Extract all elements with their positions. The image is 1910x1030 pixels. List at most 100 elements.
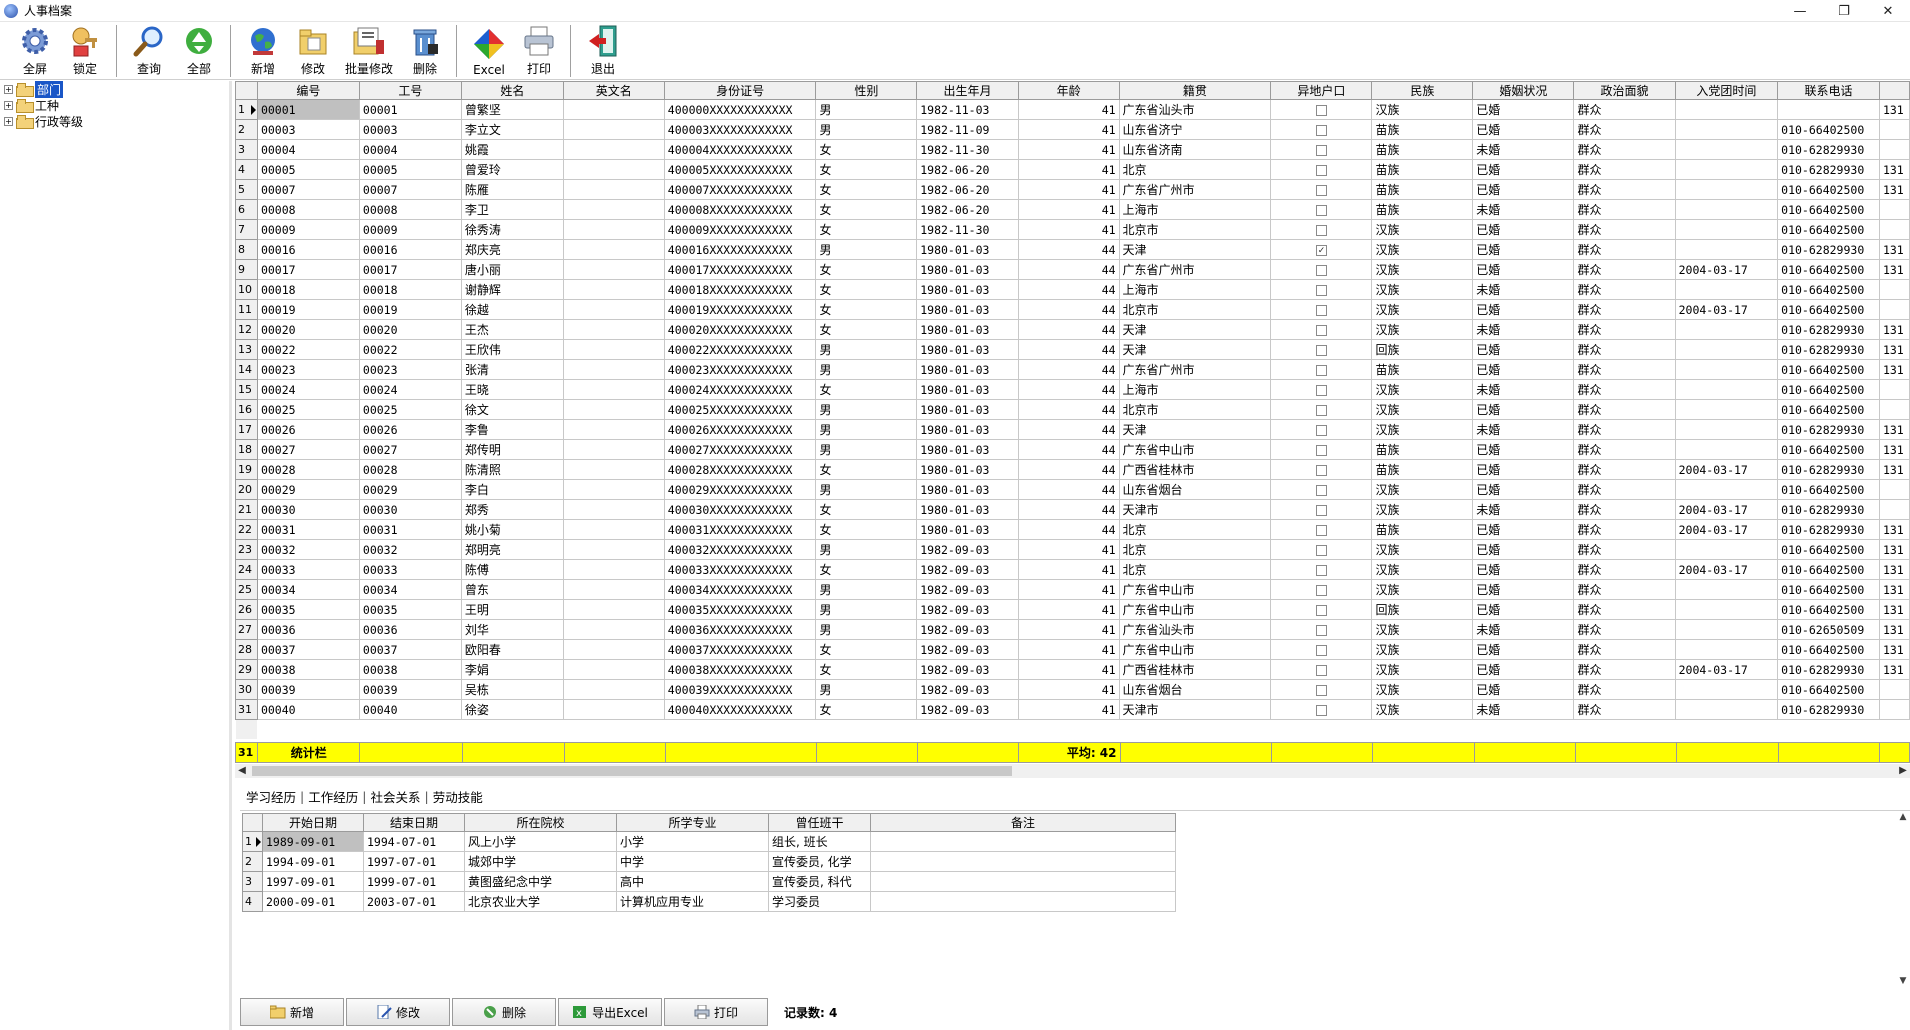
table-cell[interactable]: 1980-01-03 xyxy=(916,479,1019,500)
table-row[interactable]: 8 00016 00016 郑庆亮 400016XXXXXXXXXXXX 男 1980-01… xyxy=(235,239,1910,260)
scroll-down-icon[interactable]: ▼ xyxy=(1896,976,1910,990)
row-number[interactable]: 24 xyxy=(235,559,258,580)
table-cell[interactable]: 姚霞 xyxy=(460,139,564,160)
row-number[interactable]: 25 xyxy=(235,579,258,600)
table-cell[interactable]: 00028 xyxy=(358,459,462,480)
table-row[interactable]: 17 00026 00026 李鲁 400026XXXXXXXXXXXX 男 1980-01… xyxy=(235,419,1910,440)
table-cell[interactable] xyxy=(1674,339,1779,360)
table-row[interactable]: 26 00035 00035 王明 400035XXXXXXXXXXXX 男 1982-09… xyxy=(235,599,1910,620)
table-cell[interactable]: 010-66402500 xyxy=(1777,599,1880,620)
scroll-up-icon[interactable]: ▲ xyxy=(1896,812,1910,826)
table-cell[interactable]: 汉族 xyxy=(1371,679,1474,700)
row-number[interactable]: 6 xyxy=(235,199,258,220)
row-number[interactable]: 28 xyxy=(235,639,258,660)
table-cell[interactable] xyxy=(1878,299,1910,320)
table-cell[interactable]: 群众 xyxy=(1573,639,1676,660)
column-header[interactable]: 身份证号 xyxy=(663,81,817,100)
table-cell[interactable]: 010-66402500 xyxy=(1777,539,1880,560)
table-cell[interactable]: 广西省桂林市 xyxy=(1118,659,1272,680)
table-cell[interactable]: 女 xyxy=(815,279,918,300)
table-cell[interactable] xyxy=(1878,279,1910,300)
table-cell[interactable]: 00016 xyxy=(358,239,462,260)
table-cell[interactable]: 00019 xyxy=(358,299,462,320)
table-cell[interactable]: 400019XXXXXXXXXXXX xyxy=(663,299,817,320)
table-cell[interactable]: 400004XXXXXXXXXXXX xyxy=(663,139,817,160)
table-cell[interactable]: 曾东 xyxy=(460,579,564,600)
table-cell[interactable]: 群众 xyxy=(1573,99,1676,120)
exit-button[interactable]: 退出 xyxy=(578,23,628,79)
table-cell[interactable]: 北京 xyxy=(1118,559,1272,580)
table-cell[interactable]: 已婚 xyxy=(1472,399,1575,420)
row-number[interactable]: 4 xyxy=(235,159,258,180)
table-cell[interactable]: 131 xyxy=(1878,439,1910,460)
table-cell[interactable]: 131 xyxy=(1878,639,1910,660)
table-cell[interactable]: 男 xyxy=(815,579,918,600)
table-cell[interactable]: 天津市 xyxy=(1118,499,1272,520)
table-cell[interactable]: 未婚 xyxy=(1472,419,1575,440)
table-cell[interactable]: 未婚 xyxy=(1472,319,1575,340)
table-cell[interactable]: 400018XXXXXXXXXXXX xyxy=(663,279,817,300)
table-cell[interactable]: 群众 xyxy=(1573,439,1676,460)
table-cell[interactable]: 男 xyxy=(815,479,918,500)
table-cell[interactable]: 1982-09-03 xyxy=(916,639,1019,660)
row-number[interactable]: 4 xyxy=(242,891,263,912)
table-cell[interactable] xyxy=(1674,319,1779,340)
table-cell[interactable]: 00001 xyxy=(358,99,462,120)
table-cell[interactable]: 1980-01-03 xyxy=(916,439,1019,460)
column-header[interactable]: 姓名 xyxy=(460,81,564,100)
table-cell[interactable]: 已婚 xyxy=(1472,539,1575,560)
table-cell[interactable]: 群众 xyxy=(1573,519,1676,540)
checkbox[interactable] xyxy=(1315,124,1327,136)
table-cell[interactable]: 群众 xyxy=(1573,239,1676,260)
checkbox[interactable] xyxy=(1315,304,1327,316)
table-row[interactable]: 19 00028 00028 陈清照 400028XXXXXXXXXXXX 女 1980-0… xyxy=(235,459,1910,480)
table-cell[interactable]: 00028 xyxy=(256,459,360,480)
table-cell[interactable]: 已婚 xyxy=(1472,359,1575,380)
checkbox[interactable] xyxy=(1315,624,1327,636)
table-cell[interactable] xyxy=(562,199,665,220)
row-number[interactable]: 16 xyxy=(235,399,258,420)
table-cell[interactable]: 1980-01-03 xyxy=(916,319,1019,340)
table-cell[interactable]: 00037 xyxy=(358,639,462,660)
table-cell[interactable]: 00040 xyxy=(358,699,462,720)
table-cell[interactable]: 400007XXXXXXXXXXXX xyxy=(663,179,817,200)
table-cell[interactable]: 汉族 xyxy=(1371,399,1474,420)
table-row[interactable]: 6 00008 00008 李卫 400008XXXXXXXXXXXX 女 1982-06-… xyxy=(235,199,1910,220)
table-cell[interactable]: 00038 xyxy=(256,659,360,680)
table-cell[interactable] xyxy=(562,179,665,200)
table-cell[interactable]: 41 xyxy=(1017,159,1120,180)
minimize-button[interactable]: — xyxy=(1778,0,1822,22)
table-cell[interactable]: 1980-01-03 xyxy=(916,279,1019,300)
table-cell[interactable]: 天津 xyxy=(1118,319,1272,340)
row-number[interactable]: 7 xyxy=(235,219,258,240)
table-cell[interactable]: 131 xyxy=(1878,579,1910,600)
tab-social-relations[interactable]: 社会关系 xyxy=(366,787,424,806)
table-cell[interactable]: 00030 xyxy=(256,499,360,520)
table-cell[interactable]: 00027 xyxy=(358,439,462,460)
horizontal-scrollbar[interactable]: ◀ ▶ xyxy=(235,764,1910,778)
column-header[interactable]: 籍贯 xyxy=(1118,81,1272,100)
table-cell[interactable]: 010-66402500 xyxy=(1777,359,1880,380)
table-cell[interactable]: 131 xyxy=(1878,619,1910,640)
close-button[interactable]: ✕ xyxy=(1866,0,1910,22)
table-cell[interactable]: 00031 xyxy=(256,519,360,540)
table-cell[interactable] xyxy=(562,659,665,680)
table-cell[interactable]: 00035 xyxy=(358,599,462,620)
table-cell[interactable]: 上海市 xyxy=(1118,199,1272,220)
table-cell[interactable] xyxy=(562,519,665,540)
table-row[interactable]: 22 00031 00031 姚小菊 400031XXXXXXXXXXXX 女 1980-0… xyxy=(235,519,1910,540)
column-header[interactable]: 婚姻状况 xyxy=(1472,81,1575,100)
remote-household-checkbox[interactable] xyxy=(1270,339,1373,360)
table-cell[interactable]: 广东省中山市 xyxy=(1118,439,1272,460)
table-cell[interactable]: 00020 xyxy=(358,319,462,340)
table-cell[interactable]: 高中 xyxy=(616,871,769,892)
table-cell[interactable]: 00036 xyxy=(256,619,360,640)
detail-delete-button[interactable]: 删除 xyxy=(452,998,556,1026)
table-row[interactable]: 28 00037 00037 欧阳春 400037XXXXXXXXXXXX 女 1982-0… xyxy=(235,639,1910,660)
table-cell[interactable]: 广东省中山市 xyxy=(1118,579,1272,600)
table-cell[interactable]: 群众 xyxy=(1573,699,1676,720)
checkbox[interactable] xyxy=(1315,184,1327,196)
table-cell[interactable]: 010-62829930 xyxy=(1777,659,1880,680)
table-cell[interactable]: 群众 xyxy=(1573,259,1676,280)
row-number[interactable]: 26 xyxy=(235,599,258,620)
